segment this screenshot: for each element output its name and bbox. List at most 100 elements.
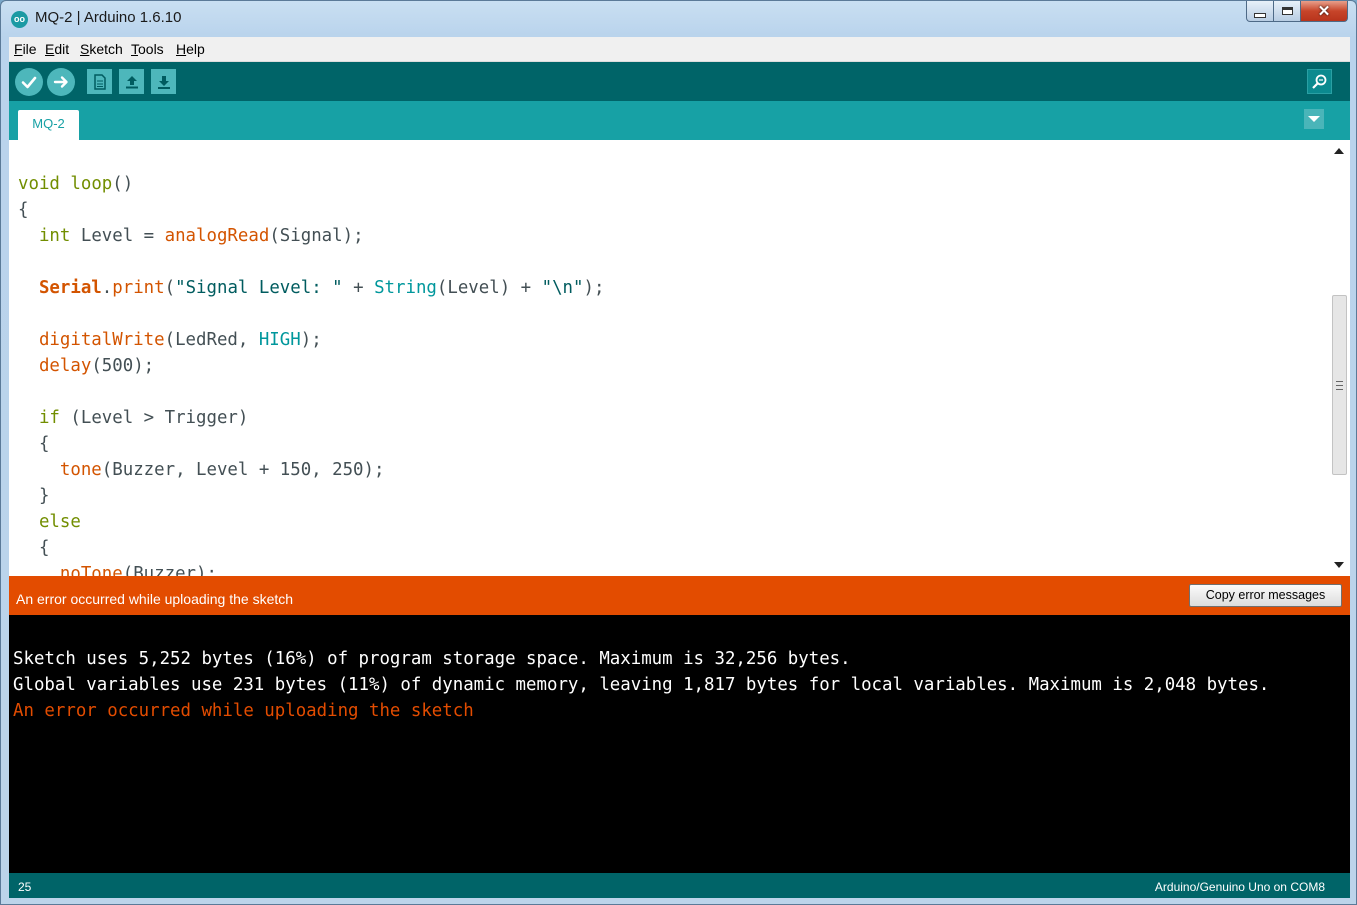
status-bar: 25 Arduino/Genuino Uno on COM8: [9, 873, 1350, 898]
menu-help[interactable]: Help: [176, 41, 205, 57]
upload-button[interactable]: [47, 68, 75, 96]
code-token: (Level > Trigger): [59, 408, 249, 428]
window-title: MQ-2 | Arduino 1.6.10: [35, 9, 182, 26]
code-token: );: [300, 330, 322, 350]
console-line: Global variables use 231 bytes (11%) of …: [13, 675, 1270, 695]
code-token: (: [164, 278, 176, 298]
code-token: {: [18, 434, 50, 454]
menu-edit[interactable]: Edit: [45, 41, 69, 57]
close-button[interactable]: ✕: [1301, 1, 1348, 22]
save-icon: [157, 75, 170, 89]
console-output[interactable]: Sketch uses 5,252 bytes (16%) of program…: [9, 615, 1350, 873]
ide-client-area: File Edit Sketch Tools Help MQ-2 void lo…: [9, 37, 1350, 898]
menu-file-mnemonic: F: [14, 41, 23, 57]
code-token: int: [38, 226, 71, 246]
code-line[interactable]: {: [18, 431, 604, 457]
tab-bar: MQ-2: [9, 101, 1350, 140]
menu-tools-label: ools: [138, 41, 164, 57]
code-token: void: [18, 174, 60, 194]
code-line[interactable]: [18, 379, 604, 405]
code-text[interactable]: void loop() { int Level = analogRead(Sign…: [18, 171, 604, 576]
arduino-logo-icon: oo: [11, 11, 28, 28]
code-token: Level =: [70, 226, 165, 246]
code-token: (Buzzer);: [122, 564, 217, 576]
console-line: Sketch uses 5,252 bytes (16%) of program…: [13, 649, 851, 669]
verify-button[interactable]: [15, 68, 43, 96]
code-token: HIGH: [258, 330, 301, 350]
scrollbar-thumb[interactable]: [1332, 295, 1347, 475]
code-line[interactable]: [18, 249, 604, 275]
open-icon: [125, 75, 138, 88]
menu-tools[interactable]: Tools: [131, 41, 164, 57]
save-sketch-button[interactable]: [151, 69, 176, 94]
tab-mq-2[interactable]: MQ-2: [18, 110, 79, 140]
code-token: {: [18, 200, 29, 220]
code-line[interactable]: noTone(Buzzer);: [18, 561, 604, 576]
menu-sketch[interactable]: Sketch: [80, 41, 123, 57]
code-token: (Level) +: [436, 278, 542, 298]
copy-error-messages-button[interactable]: Copy error messages: [1189, 584, 1342, 607]
code-token: "Signal Level: ": [175, 278, 343, 298]
serial-monitor-icon: [1312, 74, 1327, 89]
code-token: (Signal);: [269, 226, 364, 246]
menu-edit-mnemonic: E: [45, 41, 55, 57]
code-token: (Buzzer, Level + 150, 250);: [101, 460, 385, 480]
minimize-button[interactable]: [1246, 1, 1274, 22]
code-token: tone: [59, 460, 102, 480]
upload-icon: [53, 76, 68, 88]
close-icon: ✕: [1317, 3, 1331, 20]
code-token: (): [112, 174, 134, 194]
code-token: "\n": [541, 278, 584, 298]
code-line[interactable]: else: [18, 509, 604, 535]
menu-help-label: elp: [186, 41, 205, 57]
editor-vertical-scrollbar[interactable]: [1330, 140, 1350, 576]
menu-sketch-mnemonic: S: [80, 41, 90, 57]
code-line[interactable]: delay(500);: [18, 353, 604, 379]
code-line[interactable]: {: [18, 535, 604, 561]
error-bar: An error occurred while uploading the sk…: [9, 576, 1350, 615]
grip-icon: [1336, 381, 1343, 390]
code-editor[interactable]: void loop() { int Level = analogRead(Sign…: [9, 140, 1350, 576]
menu-edit-label: dit: [54, 41, 70, 57]
code-line[interactable]: digitalWrite(LedRed, HIGH);: [18, 327, 604, 353]
title-bar[interactable]: oo MQ-2 | Arduino 1.6.10 ✕: [1, 1, 1356, 37]
code-line[interactable]: }: [18, 483, 604, 509]
open-sketch-button[interactable]: [119, 69, 144, 94]
code-token: digitalWrite: [38, 330, 165, 350]
code-line[interactable]: [18, 301, 604, 327]
menu-file-label: ile: [22, 41, 37, 57]
code-line[interactable]: int Level = analogRead(Signal);: [18, 223, 604, 249]
code-line[interactable]: {: [18, 197, 604, 223]
code-token: );: [583, 278, 605, 298]
code-token: {: [18, 538, 50, 558]
maximize-button[interactable]: [1274, 1, 1301, 22]
code-line[interactable]: if (Level > Trigger): [18, 405, 604, 431]
code-token: delay: [38, 356, 92, 376]
window-frame: oo MQ-2 | Arduino 1.6.10 ✕ File Edit Ske…: [0, 0, 1357, 905]
serial-monitor-button[interactable]: [1307, 69, 1332, 94]
code-token: noTone: [59, 564, 123, 576]
maximize-icon: [1281, 7, 1293, 15]
scroll-up-icon[interactable]: [1334, 148, 1344, 154]
code-token: (LedRed,: [164, 330, 259, 350]
menu-sketch-label: ketch: [89, 41, 123, 57]
code-token: analogRead: [164, 226, 270, 246]
scroll-down-icon[interactable]: [1334, 562, 1344, 568]
verify-icon: [21, 76, 37, 89]
code-line[interactable]: tone(Buzzer, Level + 150, 250);: [18, 457, 604, 483]
code-line[interactable]: void loop(): [18, 171, 604, 197]
code-line[interactable]: Serial.print("Signal Level: " + String(L…: [18, 275, 604, 301]
tab-menu-button[interactable]: [1304, 109, 1324, 129]
code-token: loop: [70, 174, 113, 194]
code-token: print: [112, 278, 165, 298]
code-token: +: [342, 278, 375, 298]
menu-file[interactable]: File: [14, 41, 37, 57]
new-sketch-button[interactable]: [87, 69, 112, 94]
